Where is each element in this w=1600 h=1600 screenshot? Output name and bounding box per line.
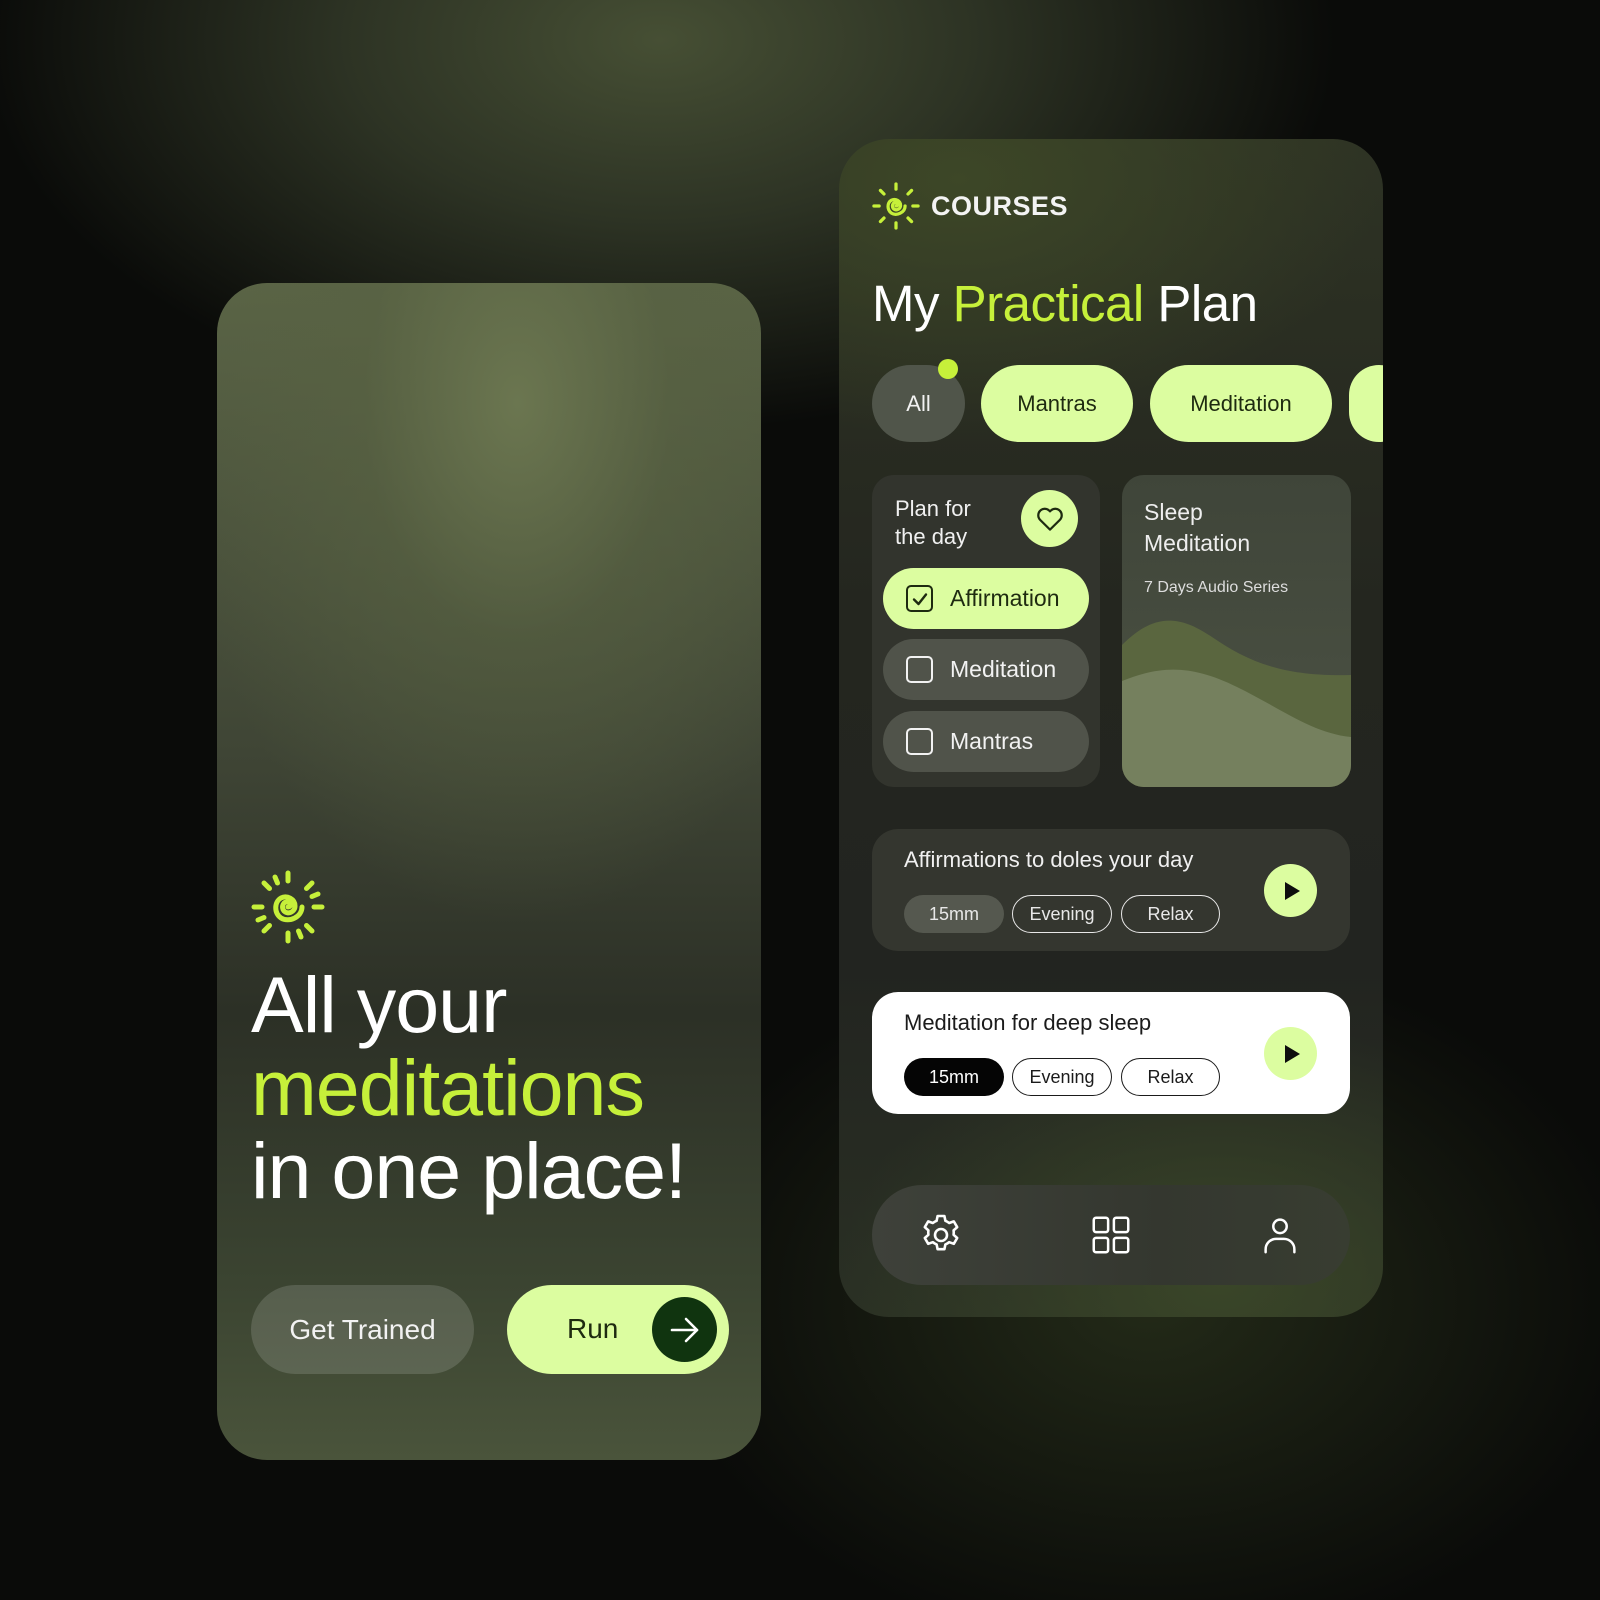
session-title: Meditation for deep sleep	[904, 1010, 1152, 1035]
heart-icon	[1036, 507, 1063, 531]
section-label: COURSES	[931, 190, 1069, 221]
arrow-right-icon	[670, 1317, 698, 1342]
bottom-navigation	[872, 1185, 1350, 1285]
headline-line-3: in one place!	[251, 1126, 687, 1215]
courses-screen: COURSES My Practical Plan All Mantras Me…	[839, 139, 1383, 1317]
notification-dot	[938, 359, 958, 379]
title-prefix: My	[872, 275, 939, 332]
check-icon	[912, 592, 927, 605]
grid-nav-button[interactable]	[1086, 1210, 1136, 1260]
mood-tag[interactable]: Relax	[1121, 1058, 1220, 1096]
plan-card-title: Plan for the day	[895, 496, 971, 549]
run-arrow-circle	[652, 1297, 717, 1362]
wave-illustration	[1122, 620, 1351, 787]
task-label: Mantras	[950, 728, 1034, 754]
session-card[interactable]: Meditation for deep sleep 15mm Evening R…	[872, 992, 1350, 1114]
sleep-card-subtitle: 7 Days Audio Series	[1144, 579, 1289, 596]
duration-tag[interactable]: 15mm	[904, 895, 1004, 933]
time-tag[interactable]: Evening	[1012, 895, 1112, 933]
session-card[interactable]: Affirmations to doles your day 15mm Even…	[872, 829, 1350, 951]
hero-headline: All your meditations in one place!	[251, 963, 751, 1212]
checkbox-unchecked[interactable]	[906, 728, 933, 755]
grid-icon	[1092, 1216, 1130, 1254]
play-button[interactable]	[1264, 864, 1317, 917]
headline-line-1: All your	[251, 960, 507, 1049]
duration-tag[interactable]: 15mm	[904, 1058, 1004, 1096]
courses-header: COURSES	[872, 182, 1068, 230]
task-label: Affirmation	[950, 585, 1060, 611]
filter-chip-label: All	[906, 390, 931, 416]
page-title: My Practical Plan	[872, 274, 1258, 333]
sleep-meditation-card[interactable]: Sleep Meditation 7 Days Audio Series	[1122, 475, 1351, 787]
sun-spiral-icon	[251, 870, 325, 944]
headline-accent: meditations	[251, 1043, 645, 1132]
run-button[interactable]: Run	[507, 1285, 729, 1374]
get-trained-button[interactable]: Get Trained	[251, 1285, 474, 1374]
checkbox-checked[interactable]	[906, 585, 933, 612]
onboarding-screen: All your meditations in one place! Get T…	[217, 283, 761, 1460]
plan-for-day-card: Plan for the day Affirmation Meditation …	[872, 475, 1100, 787]
time-tag[interactable]: Evening	[1012, 1058, 1112, 1096]
filter-chip-meditation[interactable]: Meditation	[1150, 365, 1332, 442]
filter-chip-more[interactable]	[1349, 365, 1383, 442]
checkbox-unchecked[interactable]	[906, 656, 933, 683]
play-button[interactable]	[1264, 1027, 1317, 1080]
mood-tag[interactable]: Relax	[1121, 895, 1220, 933]
title-suffix: Plan	[1157, 275, 1258, 332]
title-accent: Practical	[952, 275, 1145, 332]
filter-chip-all[interactable]: All	[872, 359, 965, 442]
settings-nav-button[interactable]	[916, 1210, 966, 1260]
task-mantras[interactable]: Mantras	[883, 711, 1089, 772]
task-label: Meditation	[950, 656, 1057, 682]
play-icon	[1284, 1044, 1300, 1063]
filter-chip-mantras[interactable]: Mantras	[981, 365, 1133, 442]
task-affirmation[interactable]: Affirmation	[883, 568, 1089, 629]
run-button-label: Run	[567, 1313, 619, 1344]
favorite-button[interactable]	[1021, 490, 1078, 547]
task-meditation[interactable]: Meditation	[883, 639, 1089, 700]
play-icon	[1284, 881, 1300, 900]
gear-icon	[923, 1214, 959, 1251]
profile-nav-button[interactable]	[1255, 1210, 1305, 1260]
sleep-card-title: Sleep Meditation	[1144, 499, 1251, 556]
sun-spiral-icon	[872, 182, 920, 230]
user-icon	[1264, 1218, 1296, 1254]
session-title: Affirmations to doles your day	[904, 847, 1194, 872]
